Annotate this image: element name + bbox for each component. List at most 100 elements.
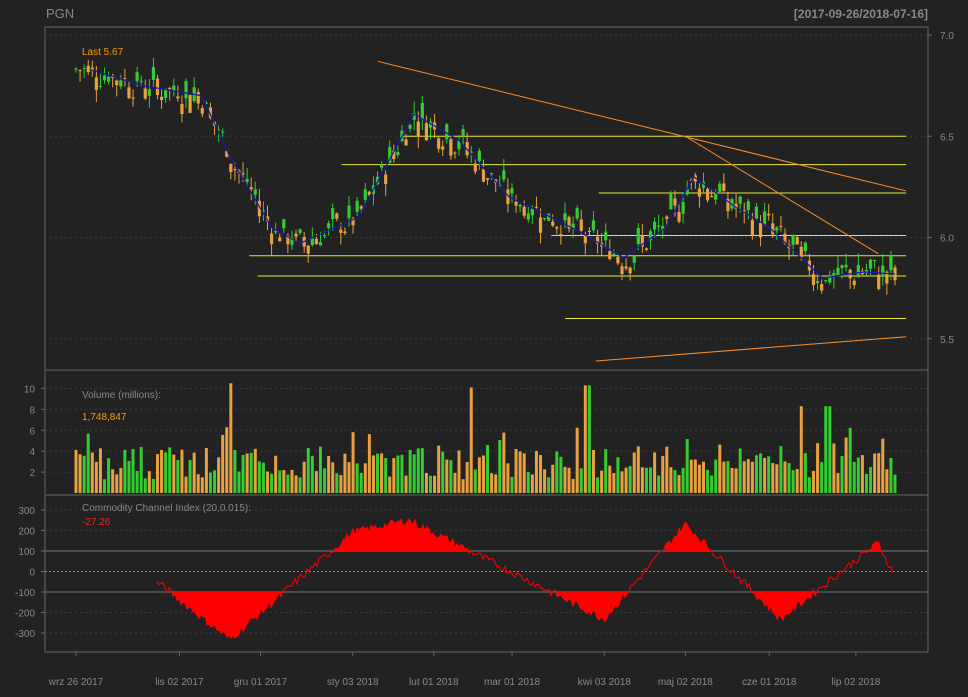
chart-window: 7.0 6.5 6.0 5.5 10 8 6 4 2 300 200 100 0 -100 -200 -300… [0,0,968,692]
volume-bar [160,449,164,493]
candle-body [477,150,481,162]
volume-bar [775,464,779,493]
candle-body [172,85,176,91]
candle-body [278,237,282,242]
volume-bar [587,385,591,493]
volume-bar [111,469,115,493]
volume-bar [718,444,722,493]
cci-tick-label: -200 [15,609,35,620]
volume-bar [274,455,278,493]
candle-body [591,220,596,231]
candle-body [147,89,151,96]
candle-body [526,213,530,220]
volume-bar [98,448,102,493]
volume-bar [779,446,783,493]
candle-body [310,238,314,246]
volume-bar [412,454,416,493]
volume-bar [367,434,371,493]
volume-bar [539,455,543,493]
candle-body [644,248,649,250]
volume-bar [481,455,485,493]
volume-bar [469,387,473,493]
candle-body [188,95,192,113]
candle-body [253,189,257,195]
volume-bar [828,406,832,493]
candle-body [575,208,579,219]
candle-body [722,183,726,191]
volume-bar [799,406,803,493]
candle-body [620,266,624,275]
candle-body [563,213,567,221]
volume-bar [168,447,172,493]
candle-body [229,163,233,173]
candle-body [196,92,200,104]
candle-body [534,206,539,208]
volume-bar [229,383,233,493]
cci-tick-label: 200 [18,527,35,538]
candle-body [294,233,298,237]
candle-body [396,152,400,156]
volume-bar [351,432,355,493]
candle-body [714,193,718,200]
volume-bar [359,473,363,493]
candle-body [123,78,127,80]
candle-body [824,280,828,282]
volume-bar [323,468,327,493]
candle-body [551,221,555,226]
candle-body [820,284,824,291]
candle-body [143,88,147,99]
volume-bar [852,462,856,493]
volume-bar [551,464,555,493]
candle-body [612,253,616,256]
volume-last-value: 1,748,847 [82,412,127,423]
chart-canvas: 7.0 6.5 6.0 5.5 10 8 6 4 2 300 200 100 0 -100 -200 -300… [0,0,968,692]
candle-body [119,80,123,87]
volume-bar [270,473,274,493]
candle-body [604,231,608,241]
candle-body [221,131,225,133]
volume-bar [889,457,893,493]
candle-body [868,259,873,269]
candle-body [404,139,408,146]
candle-body [335,213,339,219]
volume-bar [94,461,98,493]
volume-bar [221,434,225,493]
volume-bar [486,445,490,493]
volume-bar [204,447,208,493]
volume-bar [530,474,534,493]
volume-bar [807,477,811,493]
candle-body [322,235,327,237]
candle-body [750,220,754,236]
volume-bar [543,469,547,493]
volume-bar [115,474,119,493]
price-tick-label: 6.5 [940,132,954,143]
volume-bar [677,475,681,493]
x-tick-label: wrz 26 2017 [48,677,104,688]
volume-bar [208,472,212,493]
cci-tick-label: -300 [15,629,35,640]
volume-bar [404,475,408,493]
volume-bar [90,452,94,493]
volume-bar [266,471,270,493]
volume-bar [371,455,375,493]
candle-body [758,222,763,238]
volume-bar [188,459,192,493]
candle-body [583,235,587,244]
volume-tick-label: 4 [29,447,35,458]
candle-body [608,251,612,260]
candle-body [318,242,323,246]
volume-bar [245,453,249,493]
volume-bar [143,478,147,493]
candle-body [331,208,335,219]
volume-bar [180,449,184,493]
volume-bar [449,460,453,493]
volume-bar [844,437,848,493]
volume-bar [877,453,881,493]
volume-bar [787,463,791,493]
volume-bar [567,467,571,493]
candle-body [673,198,677,206]
x-tick-label: sty 03 2018 [327,677,379,688]
volume-bar [669,467,673,493]
candle-body [355,200,359,212]
volume-bar [869,466,873,493]
